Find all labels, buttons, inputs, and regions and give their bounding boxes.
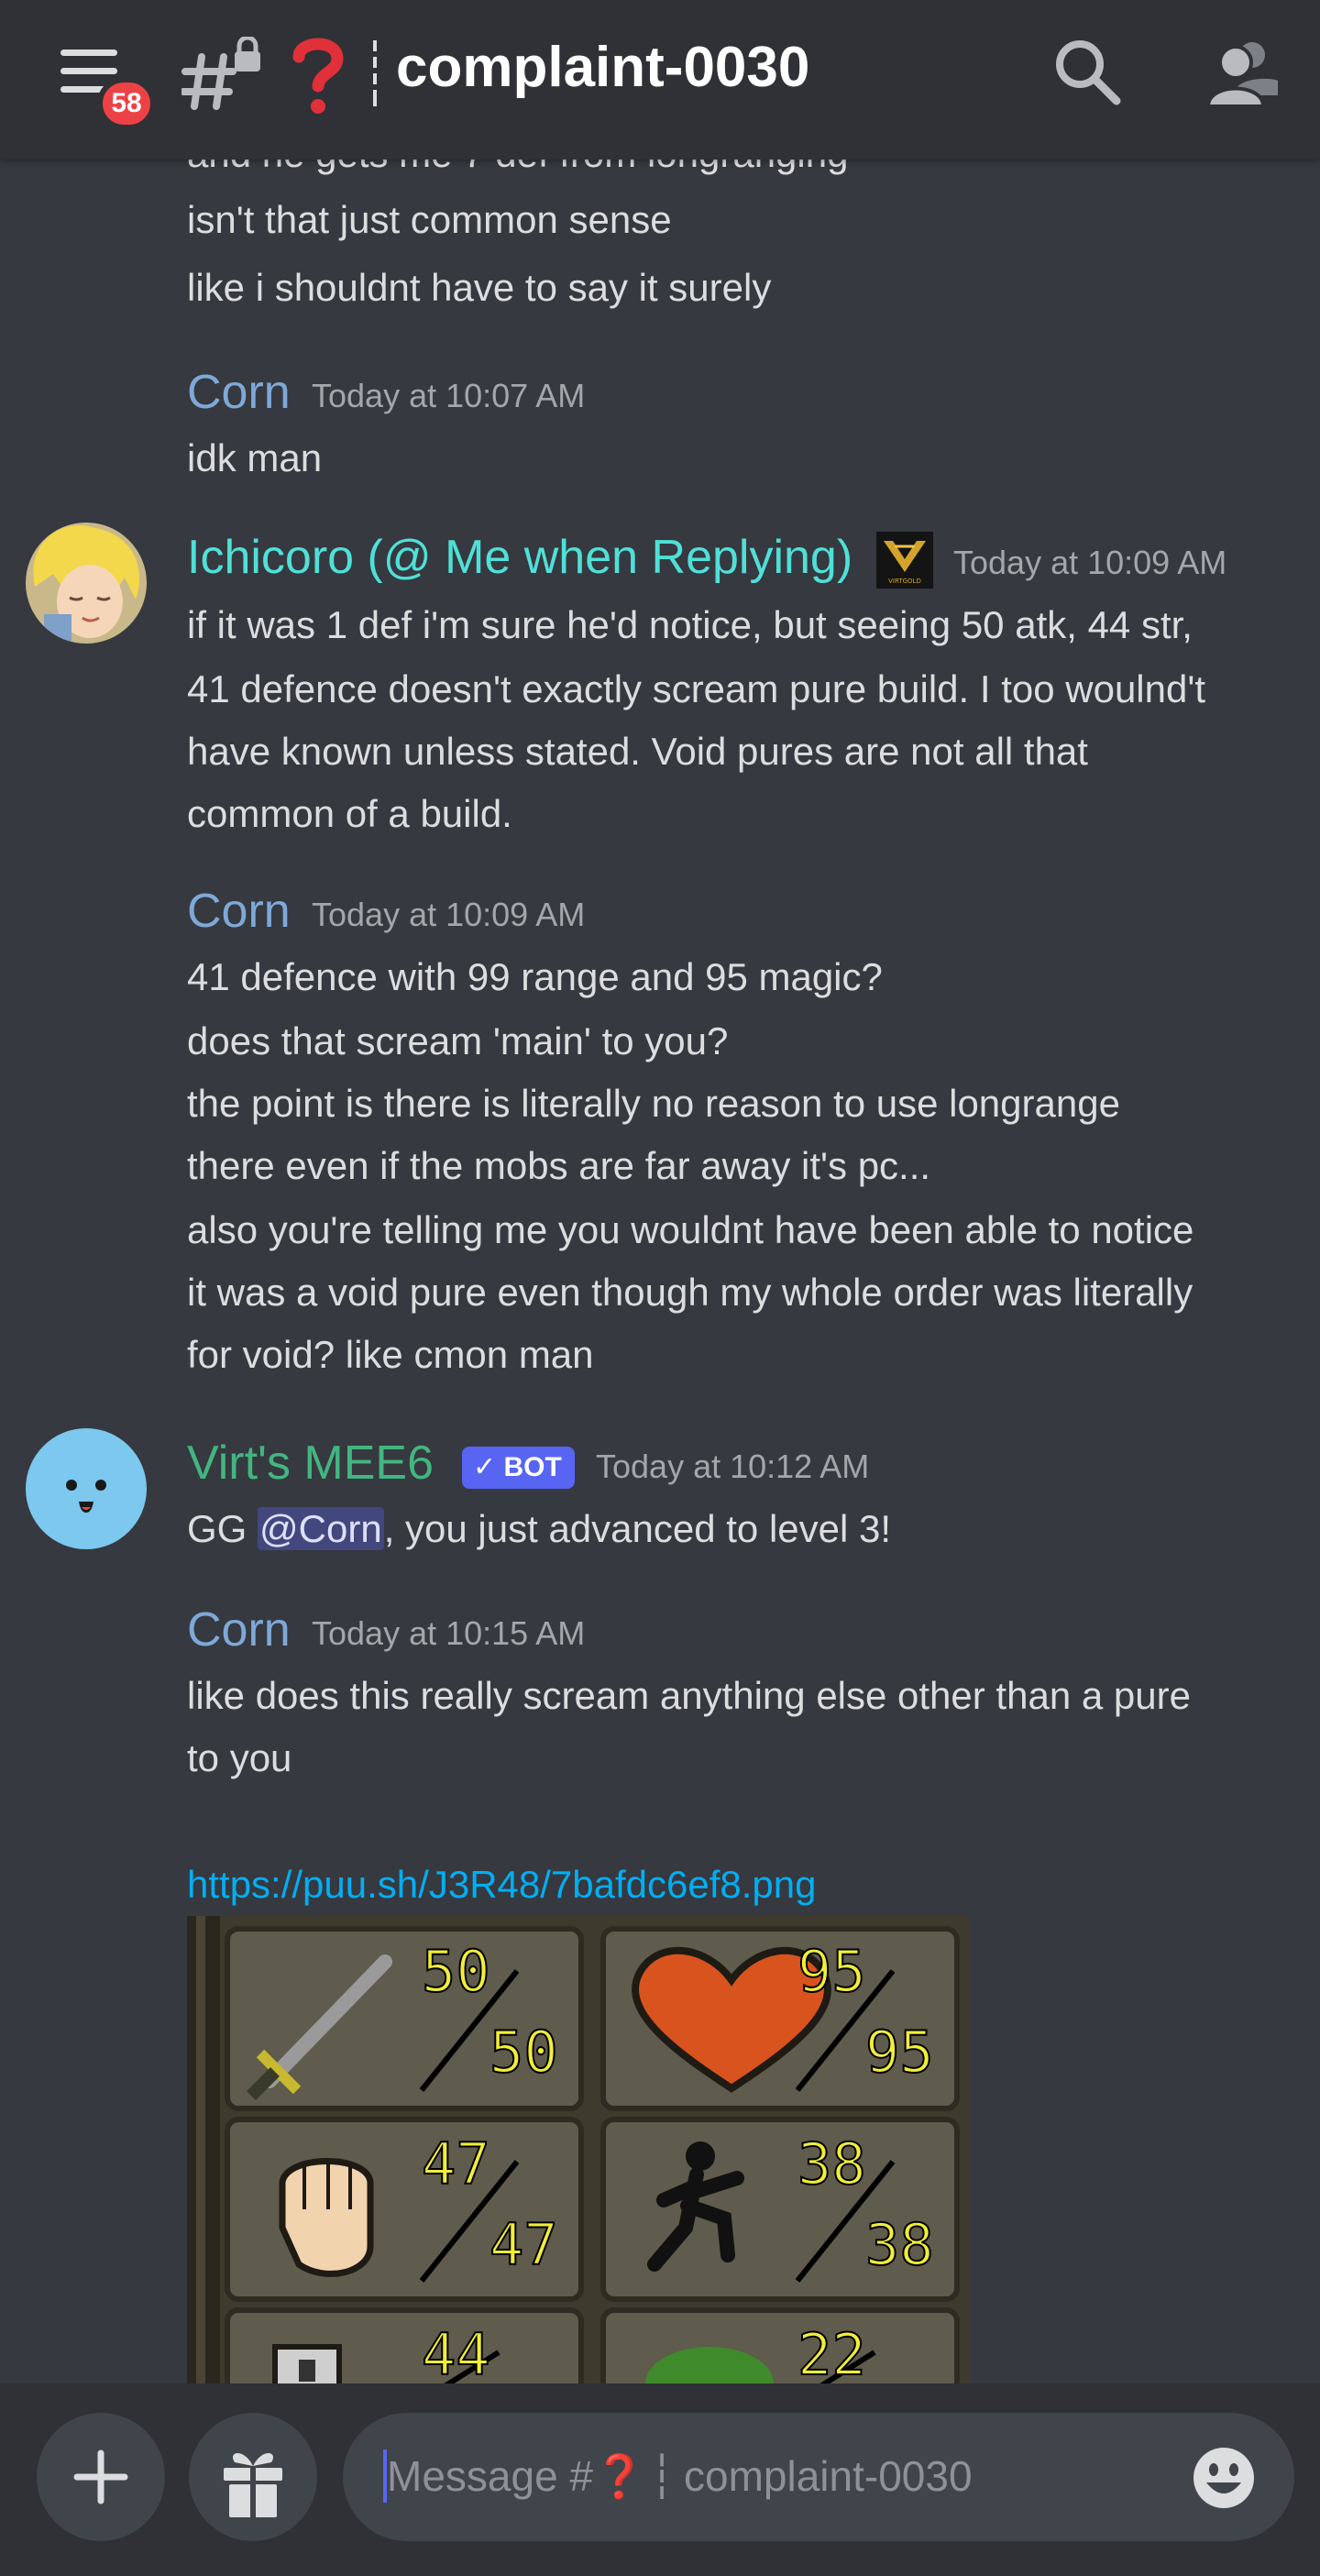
- herblore-current: 22: [798, 2321, 866, 2385]
- timestamp: Today at 10:09 AM: [953, 544, 1227, 581]
- message-line: for void? like cmon man: [187, 1333, 594, 1376]
- message-line: have known unless stated. Void pures are…: [187, 730, 1088, 773]
- message-line: it was a void pure even though my whole …: [187, 1271, 1194, 1314]
- message-line: does that scream 'main' to you?: [187, 1019, 729, 1062]
- message-line: to you: [187, 1736, 292, 1779]
- channel-separator-icon: [373, 40, 377, 106]
- author-name[interactable]: Corn: [187, 361, 291, 424]
- message-line: and he gets me 7 def from longranging: [187, 160, 848, 185]
- message-line: idk man: [187, 436, 323, 479]
- strength-max: 47: [490, 2211, 558, 2278]
- gift-button[interactable]: [189, 2413, 317, 2541]
- search-icon[interactable]: [1052, 37, 1122, 106]
- bot-tag-label: BOT: [503, 1452, 562, 1482]
- question-mark-icon: ❓: [593, 2452, 646, 2500]
- osrs-skills-panel-icon: 50 50 95 95 47 47 38 38 44 22: [187, 1916, 970, 2385]
- message-composer: Message #❓┆ complaint-0030: [0, 2383, 1320, 2576]
- defence-current: 44: [422, 2321, 490, 2385]
- attack-max: 50: [490, 2019, 558, 2086]
- message-line: like does this really scream anything el…: [187, 1674, 1191, 1717]
- message-line: if it was 1 def i'm sure he'd notice, bu…: [187, 603, 1193, 646]
- message-line: the point is there is literally no reaso…: [187, 1082, 1120, 1125]
- timestamp: Today at 10:15 AM: [312, 1614, 586, 1652]
- locked-channel-hash-icon: [182, 37, 260, 110]
- message-line: isn't that just common sense: [187, 198, 672, 241]
- separator-icon: ┆: [649, 2452, 675, 2500]
- channel-header: 58 complaint-0030: [0, 0, 1320, 160]
- user-mention[interactable]: @Corn: [258, 1507, 384, 1550]
- message-input[interactable]: Message #❓┆ complaint-0030: [343, 2413, 1294, 2541]
- role-icon[interactable]: VIRTGOLD: [876, 532, 933, 589]
- hamburger-icon-bar: [60, 68, 117, 74]
- gift-icon: [224, 2453, 282, 2519]
- author-name[interactable]: Virt's MEE6: [187, 1432, 434, 1494]
- menu-button[interactable]: 58: [55, 40, 156, 132]
- placeholder-channel: complaint-0030: [684, 2452, 973, 2500]
- attack-current: 50: [422, 1938, 490, 2005]
- message-line: there even if the mobs are far away it's…: [187, 1144, 931, 1187]
- members-icon[interactable]: [1204, 35, 1282, 108]
- message-line: 41 defence with 99 range and 95 magic?: [187, 955, 883, 998]
- skills-screenshot-image[interactable]: 50 50 95 95 47 47 38 38 44 22: [187, 1916, 970, 2385]
- add-attachment-button[interactable]: [37, 2413, 165, 2541]
- strength-current: 47: [422, 2130, 490, 2197]
- message-text: , you just advanced to level 3!: [383, 1507, 892, 1550]
- question-mark-icon: [292, 38, 344, 114]
- plus-icon: [73, 2449, 128, 2504]
- hitpoints-current: 95: [798, 1938, 866, 2005]
- timestamp: Today at 10:12 AM: [596, 1448, 870, 1485]
- svg-text:VIRTGOLD: VIRTGOLD: [888, 578, 921, 585]
- message-list[interactable]: and he gets me 7 def from longranging is…: [0, 160, 1320, 2385]
- avatar[interactable]: [26, 1428, 147, 1549]
- message-text: GG: [187, 1507, 258, 1550]
- author-name[interactable]: Ichicoro (@ Me when Replying): [187, 526, 852, 589]
- message-line: common of a build.: [187, 792, 512, 835]
- message-line: 41 defence doesn't exactly scream pure b…: [187, 667, 1206, 710]
- verified-check-icon: ✓: [473, 1452, 504, 1482]
- message-line: like i shouldnt have to say it surely: [187, 266, 772, 309]
- bot-tag: ✓ BOT: [462, 1447, 575, 1489]
- timestamp: Today at 10:09 AM: [312, 896, 586, 933]
- emoji-icon[interactable]: [1192, 2446, 1256, 2510]
- avatar[interactable]: [26, 523, 147, 644]
- timestamp: Today at 10:07 AM: [312, 377, 586, 414]
- agility-current: 38: [798, 2130, 866, 2197]
- placeholder-prefix: Message #: [387, 2452, 594, 2500]
- mee6-face-icon: [26, 1428, 147, 1549]
- author-name[interactable]: Corn: [187, 1599, 291, 1661]
- unread-badge: 58: [97, 77, 156, 130]
- author-name[interactable]: Corn: [187, 880, 291, 942]
- image-link[interactable]: https://puu.sh/J3R48/7bafdc6ef8.png: [187, 1854, 817, 1916]
- message-input-placeholder: Message #❓┆ complaint-0030: [387, 2442, 973, 2510]
- hitpoints-max: 95: [865, 2019, 934, 2086]
- channel-title: complaint-0030: [396, 36, 810, 99]
- message-line: GG @Corn, you just advanced to level 3!: [187, 1498, 891, 1560]
- virtgold-logo-icon: VIRTGOLD: [876, 532, 933, 589]
- anime-avatar-icon: [26, 523, 147, 644]
- agility-max: 38: [865, 2211, 934, 2278]
- hamburger-icon: [60, 50, 117, 56]
- message-line: also you're telling me you wouldnt have …: [187, 1208, 1194, 1251]
